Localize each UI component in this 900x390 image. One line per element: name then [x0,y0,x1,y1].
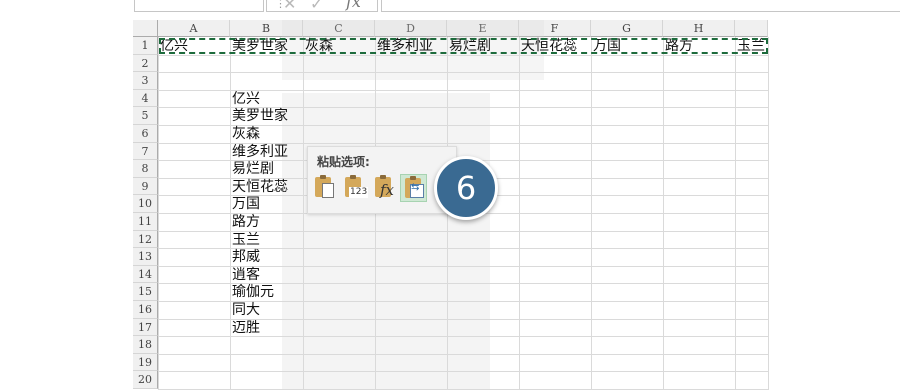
copy-marquee [159,38,768,54]
paste-values-label: 123 [349,187,369,198]
paste-formulas-label: fx [380,181,395,199]
paste-values-button[interactable]: 123 [341,174,369,202]
column-header-partial[interactable] [735,20,768,37]
column-b-cell[interactable]: 亿兴 [232,90,260,108]
column-b-cell[interactable]: 邦威 [232,248,260,266]
column-header-H[interactable]: H [663,20,735,37]
gridline-vertical [768,37,769,390]
column-b-cell[interactable]: 万国 [232,195,260,213]
column-b-cell[interactable]: 易烂剧 [232,160,274,178]
row-header-6[interactable]: 6 [133,125,158,143]
row-header-12[interactable]: 12 [133,230,158,249]
row-header-4[interactable]: 4 [133,89,158,108]
gridline-horizontal [158,353,768,355]
column-header-G[interactable]: G [591,20,663,37]
paste-formulas-button[interactable]: fx [371,174,398,202]
row-header-15[interactable]: 15 [133,283,158,301]
row-header-1[interactable]: 1 [133,37,158,55]
row-header-14[interactable]: 14 [133,265,158,284]
column-b-cell[interactable]: 同大 [232,301,260,319]
row-header-10[interactable]: 10 [133,195,158,213]
formula-bar: ⋮ ✕ ✓ fx [0,0,900,13]
name-box[interactable] [134,0,264,12]
row-header-9[interactable]: 9 [133,177,158,196]
paste-button[interactable] [311,174,338,202]
column-b-cell[interactable]: 路方 [232,213,260,231]
gridline-horizontal [158,72,768,74]
row-header-11[interactable]: 11 [133,213,158,231]
row-header-17[interactable]: 17 [133,318,158,337]
insert-function-icon[interactable]: fx [346,0,361,11]
paste-transpose-button[interactable] [400,174,427,202]
row-header-8[interactable]: 8 [133,160,158,178]
column-b-cell[interactable]: 美罗世家 [232,107,288,125]
enter-icon[interactable]: ✓ [310,0,323,13]
row-header-7[interactable]: 7 [133,142,158,161]
column-b-cell[interactable]: 瑜伽元 [232,283,274,301]
column-b-cell[interactable]: 玉兰 [232,231,260,249]
row-header-3[interactable]: 3 [133,72,158,90]
row-header-5[interactable]: 5 [133,107,158,125]
row-header-2[interactable]: 2 [133,54,158,73]
column-b-cell[interactable]: 天恒花蕊 [232,178,288,196]
column-b-cell[interactable]: 迈胜 [232,319,260,337]
column-b-cell[interactable]: 维多利亚 [232,143,288,161]
row-header-13[interactable]: 13 [133,248,158,266]
select-all-corner[interactable] [133,20,158,37]
step-badge: 6 [434,156,498,220]
gridline-horizontal [158,371,768,373]
paste-options-title: 粘贴选项: [317,155,370,169]
row-header-18[interactable]: 18 [133,336,158,354]
row-header-19[interactable]: 19 [133,353,158,372]
column-b-cell[interactable]: 灰森 [232,125,260,143]
row-header-20[interactable]: 20 [133,371,158,389]
column-b-cell[interactable]: 逍客 [232,266,260,284]
cancel-icon[interactable]: ✕ [283,0,296,13]
formula-input[interactable] [381,0,900,12]
row-header-16[interactable]: 16 [133,301,158,319]
column-header-A[interactable]: A [158,20,230,37]
